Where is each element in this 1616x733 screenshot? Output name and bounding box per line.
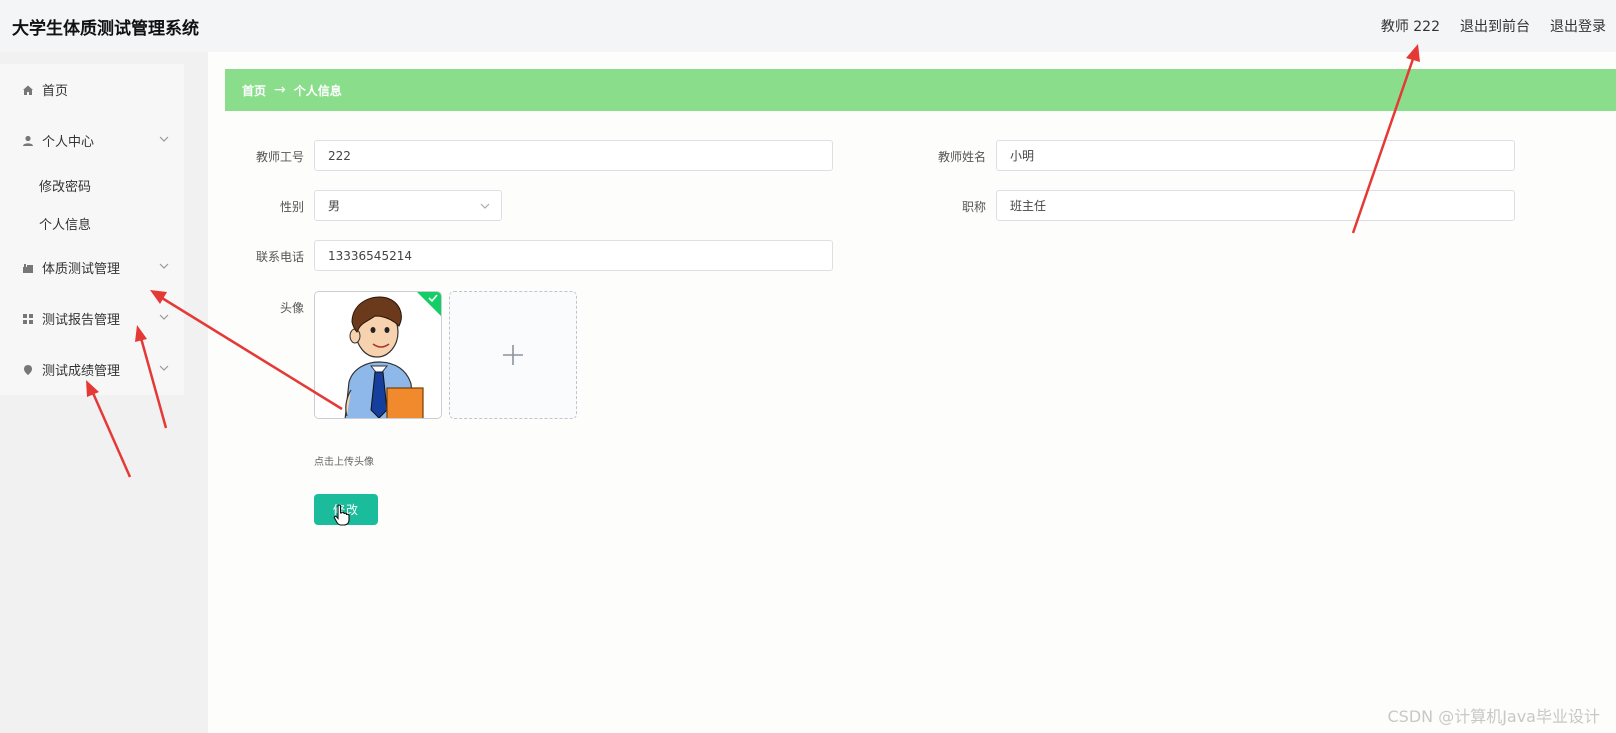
sidebar-subitem-personal-info[interactable]: 个人信息 xyxy=(0,204,184,242)
sidebar-item-label: 首页 xyxy=(42,84,69,99)
exit-to-front-link[interactable]: 退出到前台 xyxy=(1460,16,1530,36)
sidebar-item-test-scores[interactable]: 测试成绩管理 xyxy=(0,344,184,395)
current-user: 教师 222 xyxy=(1380,19,1440,35)
avatar-label: 头像 xyxy=(279,301,304,315)
check-icon xyxy=(428,294,438,303)
gender-select[interactable]: 男 xyxy=(314,190,502,221)
top-bar: 大学生体质测试管理系统 教师 222 退出到前台 退出登录 xyxy=(0,0,1616,52)
breadcrumb-current: 个人信息 xyxy=(293,83,342,98)
teacher-id-field[interactable]: 222 xyxy=(314,140,833,171)
sidebar-item-fitness-test[interactable]: 体质测试管理 xyxy=(0,242,184,293)
job-title-label: 职称 xyxy=(961,200,986,214)
avatar-upload-button[interactable] xyxy=(449,291,577,419)
avatar-preview[interactable] xyxy=(314,291,442,419)
hand-cursor-icon xyxy=(333,504,350,526)
breadcrumb: 首页 → 个人信息 xyxy=(225,69,1616,111)
sidebar-item-test-report[interactable]: 测试报告管理 xyxy=(0,293,184,344)
app-title: 大学生体质测试管理系统 xyxy=(12,19,199,39)
job-title-value: 班主任 xyxy=(1010,199,1047,213)
building-icon xyxy=(22,262,34,274)
phone-value: 13336545214 xyxy=(328,248,412,263)
job-title-field[interactable]: 班主任 xyxy=(996,190,1515,221)
breadcrumb-home[interactable]: 首页 xyxy=(242,82,266,99)
gender-label: 性别 xyxy=(279,200,304,214)
teacher-name-value: 小明 xyxy=(1010,149,1035,163)
teacher-id-label: 教师工号 xyxy=(255,150,304,164)
chevron-down-icon xyxy=(159,314,169,320)
sidebar-subitem-change-password[interactable]: 修改密码 xyxy=(0,166,184,204)
chevron-down-icon xyxy=(480,203,490,209)
top-links: 教师 222 退出到前台 退出登录 xyxy=(1381,16,1606,36)
home-icon xyxy=(22,84,34,96)
chevron-down-icon xyxy=(159,263,169,269)
logout-link[interactable]: 退出登录 xyxy=(1550,16,1606,36)
upload-hint: 点击上传头像 xyxy=(314,457,374,468)
chevron-down-icon xyxy=(159,365,169,371)
sidebar-item-label: 体质测试管理 xyxy=(42,262,121,277)
plus-icon xyxy=(503,345,523,365)
sidebar-item-label: 测试成绩管理 xyxy=(42,364,121,379)
watermark: CSDN @计算机Java毕业设计 xyxy=(1387,707,1600,726)
grid-icon xyxy=(22,313,34,325)
phone-label: 联系电话 xyxy=(255,250,304,264)
user-icon xyxy=(22,135,34,147)
chevron-down-icon xyxy=(159,136,169,142)
arrow-right-icon: → xyxy=(274,82,286,98)
sidebar: 首页 个人中心 修改密码 个人信息 体质测试管理 测试报告管理 测试成绩管理 xyxy=(0,52,208,733)
location-icon xyxy=(22,364,34,376)
sidebar-item-label: 个人中心 xyxy=(42,135,95,150)
teacher-name-label: 教师姓名 xyxy=(937,150,986,164)
gender-value: 男 xyxy=(328,199,341,213)
teacher-id-value: 222 xyxy=(328,148,351,163)
sidebar-item-label: 测试报告管理 xyxy=(42,313,121,328)
sidebar-item-home[interactable]: 首页 xyxy=(0,64,184,115)
phone-field[interactable]: 13336545214 xyxy=(314,240,833,271)
sidebar-menu: 首页 个人中心 修改密码 个人信息 体质测试管理 测试报告管理 测试成绩管理 xyxy=(0,64,184,395)
teacher-name-field[interactable]: 小明 xyxy=(996,140,1515,171)
sidebar-item-personal-center[interactable]: 个人中心 xyxy=(0,115,184,166)
